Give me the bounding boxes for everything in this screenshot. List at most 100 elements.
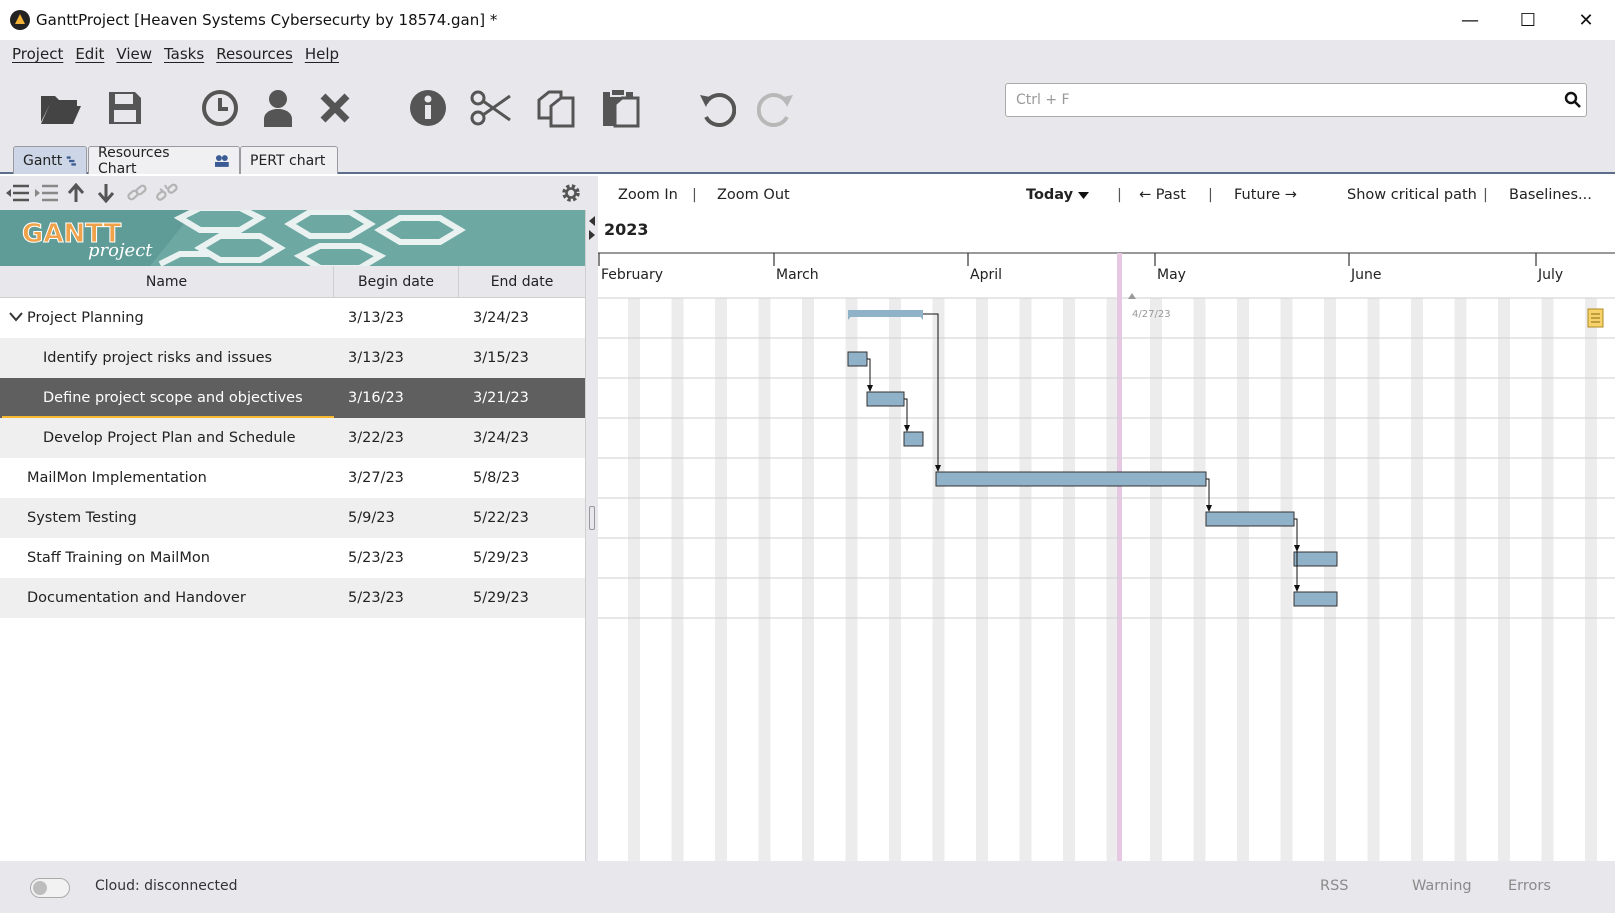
collapse-arrows-icon[interactable] [589,216,595,240]
month-label-july: July [1537,267,1563,283]
weekend-stripe [802,298,814,861]
task-bar-define-scope[interactable] [866,391,905,407]
outdent-icon[interactable] [5,184,29,202]
panel-splitter[interactable] [586,176,598,861]
task-end-date: 3/24/23 [473,310,529,326]
weekend-stripe [1585,298,1597,861]
menu-resources[interactable]: Resources [216,45,293,63]
title-bar: GanttProject [Heaven Systems Cybersecurt… [0,0,1615,40]
weekend-stripe [845,298,858,861]
move-up-icon[interactable] [66,183,86,203]
search-input[interactable] [1016,84,1556,116]
ganttproject-banner: GANTT project [0,210,585,266]
task-bar-staff-training[interactable] [1293,551,1338,567]
menu-view[interactable]: View [116,45,152,63]
task-begin-date: 3/27/23 [348,470,404,486]
person-icon[interactable] [254,84,302,132]
task-bar-identify-risks[interactable] [847,351,868,367]
menu-edit[interactable]: Edit [75,45,104,63]
table-row[interactable]: Staff Training on MailMon 5/23/23 5/29/2… [0,538,585,578]
undo-icon[interactable] [693,84,741,132]
rss-button[interactable]: RSS [1320,878,1348,894]
task-name: Identify project risks and issues [43,350,273,366]
table-row-selected[interactable]: Define project scope and objectives 3/16… [0,378,585,418]
weekend-stripe [976,298,988,861]
column-header-end-date[interactable]: End date [459,266,585,298]
warning-button[interactable]: Warning [1412,878,1472,894]
tab-pert-label: PERT chart [250,152,326,169]
resources-tab-icon [215,154,230,167]
task-tree-toolbar [0,176,586,210]
menu-help[interactable]: Help [305,45,339,63]
table-row[interactable]: System Testing 5/9/23 5/22/23 [0,498,585,538]
task-name: Project Planning [27,310,144,326]
tab-gantt[interactable]: Gantt [13,146,87,174]
errors-button[interactable]: Errors [1508,878,1551,894]
delete-x-icon[interactable] [311,84,359,132]
folder-open-icon[interactable] [37,84,85,132]
table-row[interactable]: Documentation and Handover 5/23/23 5/29/… [0,578,585,618]
table-row[interactable]: MailMon Implementation 3/27/23 5/8/23 [0,458,585,498]
minimize-button[interactable]: — [1441,0,1499,40]
unlink-icon[interactable] [156,183,178,203]
info-icon[interactable] [404,84,452,132]
svg-text:project: project [88,240,153,261]
search-box[interactable] [1005,83,1587,117]
indent-icon[interactable] [34,184,58,202]
task-end-date: 5/8/23 [473,470,520,486]
month-label-april: April [970,267,1002,283]
task-bar-system-testing[interactable] [1205,511,1295,527]
column-header-name[interactable]: Name [0,266,334,298]
weekend-stripe [1541,298,1554,861]
link-icon[interactable] [126,183,148,203]
weekend-stripe [1324,298,1336,861]
task-name: System Testing [27,510,137,526]
task-name: Define project scope and objectives [43,390,303,406]
redo-icon[interactable] [752,84,800,132]
menu-tasks[interactable]: Tasks [164,45,204,63]
paste-icon[interactable] [596,84,644,132]
ganttproject-logo-icon [10,10,30,30]
table-row[interactable]: Project Planning 3/13/23 3/24/23 [0,298,585,338]
cloud-toggle[interactable] [30,878,70,898]
task-table-header: Name Begin date End date [0,266,585,298]
weekend-stripe [1367,298,1380,861]
close-button[interactable]: ✕ [1557,0,1615,40]
settings-gear-icon[interactable] [560,182,582,204]
task-bar-mailmon-implementation[interactable] [935,471,1207,487]
task-begin-date: 3/22/23 [348,430,404,446]
weekend-stripe [758,298,771,861]
search-icon[interactable] [1564,91,1582,113]
task-end-date: 5/22/23 [473,510,529,526]
weekend-stripe [628,298,640,861]
weekend-stripe [1106,298,1119,861]
chevron-down-icon[interactable] [9,312,23,322]
splitter-grip[interactable] [589,506,595,530]
weekend-stripe [1063,298,1075,861]
save-icon[interactable] [101,84,149,132]
task-end-date: 5/29/23 [473,590,529,606]
move-down-icon[interactable] [96,183,116,203]
task-end-date: 3/24/23 [473,430,529,446]
task-bar-develop-plan[interactable] [903,431,924,447]
table-row[interactable]: Develop Project Plan and Schedule 3/22/2… [0,418,585,458]
cut-scissors-icon[interactable] [467,84,515,132]
menu-project[interactable]: Project [12,45,63,63]
weekend-stripe [671,298,684,861]
summary-bar-project-planning[interactable] [848,310,923,320]
notes-icon[interactable] [1587,308,1604,328]
task-end-date: 3/21/23 [473,390,529,406]
weekend-stripe [1454,298,1467,861]
copy-icon[interactable] [532,84,580,132]
view-tabs: Gantt Resources Chart PERT chart [0,145,1615,177]
tab-pert-chart[interactable]: PERT chart [240,146,338,174]
table-row[interactable]: Identify project risks and issues 3/13/2… [0,338,585,378]
maximize-button[interactable]: ☐ [1499,0,1557,40]
tab-resources-chart[interactable]: Resources Chart [88,145,240,177]
history-clock-icon[interactable] [196,84,244,132]
column-header-begin-date[interactable]: Begin date [334,266,459,298]
status-bar: Cloud: disconnected RSS Warning Errors [0,861,1615,913]
cloud-status: Cloud: disconnected [95,878,238,894]
weekend-stripe [1237,298,1249,861]
task-bar-documentation[interactable] [1293,591,1338,607]
